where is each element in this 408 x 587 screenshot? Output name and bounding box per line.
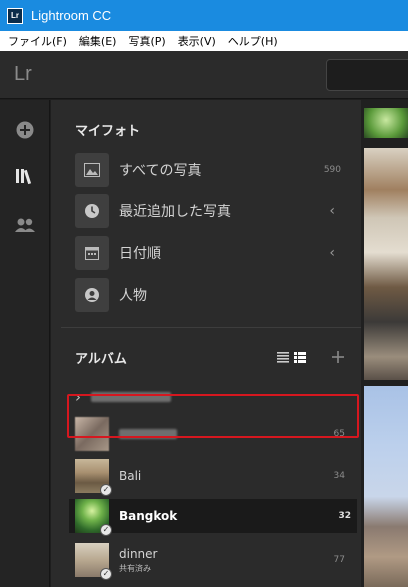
grid-view-icon[interactable] (294, 349, 306, 365)
add-icon[interactable] (13, 118, 37, 142)
album-row-bali[interactable]: ✓ Bali 34 (75, 459, 345, 496)
all-photos-count: 590 (323, 165, 341, 175)
my-photos-recent[interactable]: 最近追加した写真 ‹ (75, 194, 345, 228)
library-panel: マイフォト すべての写真 590 最近追加した写真 ‹ 日付順 ‹ 人物 アルバ… (51, 100, 361, 587)
album-count: 32 (338, 511, 351, 521)
menu-help[interactable]: ヘルプ(H) (228, 33, 278, 49)
menu-photo[interactable]: 写真(P) (128, 33, 165, 49)
search-input[interactable] (326, 59, 408, 91)
recent-photos-label: 最近追加した写真 (119, 204, 231, 220)
menu-view[interactable]: 表示(V) (178, 33, 216, 49)
album-count: 77 (333, 555, 345, 565)
album-thumbnail: ✓ (75, 543, 112, 580)
menu-edit[interactable]: 編集(E) (79, 33, 117, 49)
photo-thumbnail[interactable] (364, 386, 408, 587)
menu-file[interactable]: ファイル(F) (8, 33, 67, 49)
album-name: dinner (119, 547, 158, 561)
selection-highlight (67, 394, 359, 438)
album-name: Bali (119, 469, 142, 483)
synced-check-icon: ✓ (100, 524, 112, 536)
lr-logo: Lr (14, 63, 32, 85)
my-photos-heading: マイフォト (75, 124, 141, 139)
shared-label: 共有済み (119, 564, 151, 573)
album-thumbnail: ✓ (75, 499, 112, 536)
menu-bar: ファイル(F) 編集(E) 写真(P) 表示(V) ヘルプ(H) (0, 31, 408, 51)
people-label: 人物 (119, 288, 147, 304)
clock-icon (75, 194, 109, 228)
title-bar: Lr Lightroom CC (0, 0, 408, 31)
add-album-icon[interactable] (332, 349, 344, 365)
left-rail (0, 100, 50, 587)
by-date-label: 日付順 (119, 246, 161, 262)
window-title: Lightroom CC (31, 8, 112, 23)
photo-grid (361, 100, 408, 587)
synced-check-icon: ✓ (100, 484, 112, 496)
album-row-bangkok[interactable]: ✓ Bangkok 32 (69, 499, 357, 536)
recent-chevron-icon[interactable]: ‹ (329, 203, 335, 219)
my-photos-by-date[interactable]: 日付順 ‹ (75, 236, 345, 270)
my-photos-people[interactable]: 人物 (75, 278, 345, 312)
by-date-chevron-icon[interactable]: ‹ (329, 245, 335, 261)
library-icon[interactable] (13, 164, 37, 188)
lightroom-app-icon: Lr (7, 7, 23, 24)
shared-check-icon: ✓ (100, 568, 112, 580)
people-icon[interactable] (13, 213, 37, 237)
person-icon (75, 278, 109, 312)
album-thumbnail: ✓ (75, 459, 112, 496)
my-photos-all[interactable]: すべての写真 590 (75, 153, 345, 187)
album-row-dinner[interactable]: ✓ dinner 共有済み 77 (75, 543, 345, 580)
calendar-icon (75, 236, 109, 270)
app-bar: Lr (0, 51, 408, 99)
all-photos-label: すべての写真 (119, 163, 202, 179)
section-divider (61, 327, 361, 328)
photo-thumbnail[interactable] (364, 148, 408, 380)
photo-thumbnail[interactable] (364, 108, 408, 138)
image-icon (75, 153, 109, 187)
list-view-icon[interactable] (277, 349, 289, 365)
album-count: 34 (333, 471, 345, 481)
albums-heading: アルバム (75, 352, 127, 367)
album-name: Bangkok (119, 509, 178, 523)
